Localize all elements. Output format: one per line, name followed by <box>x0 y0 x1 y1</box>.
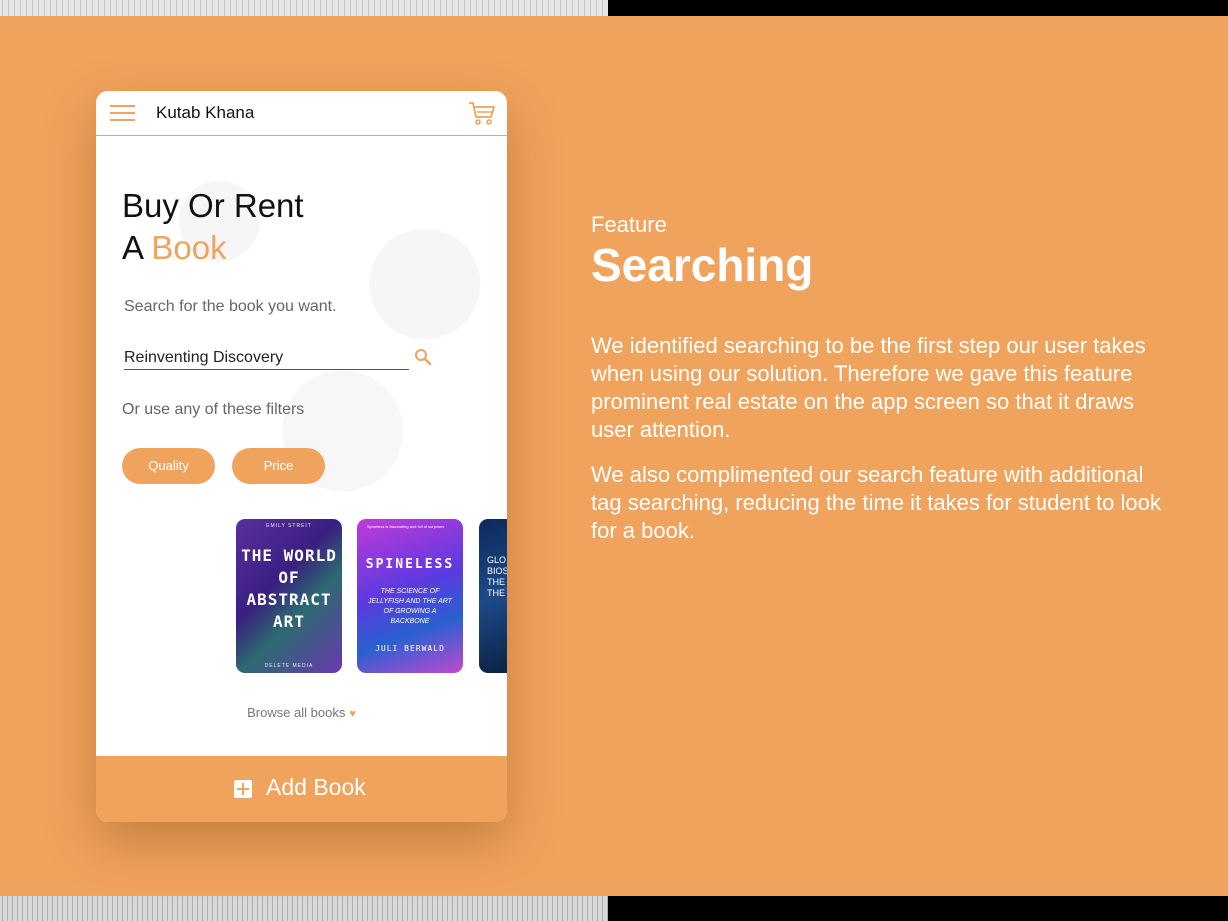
app-bar: Kutab Khana <box>96 91 507 136</box>
feature-title: Searching <box>591 239 814 291</box>
book-cover-bottom-text: DELETE MEDIA <box>264 663 314 669</box>
heart-icon: ♥ <box>349 708 356 720</box>
book-cover[interactable]: GLO BIOS THE THE <box>479 519 507 673</box>
browse-label: Browse all books <box>247 705 346 720</box>
book-cover[interactable]: Spineless is fascinating and full of sur… <box>357 519 463 673</box>
menu-icon[interactable] <box>110 105 135 122</box>
app-title: Kutab Khana <box>156 103 255 122</box>
feature-description-2: We also complimented our search feature … <box>591 462 1161 543</box>
hero-line-2-prefix: A <box>122 229 152 266</box>
book-cover[interactable]: EMILY STREIT THE WORLD OF ABSTRACT ART D… <box>236 519 342 673</box>
dither-edge-top <box>0 0 608 16</box>
hero-line-2: A Book <box>122 227 304 269</box>
add-book-button[interactable]: Add Book <box>96 756 507 822</box>
filter-hint: Or use any of these filters <box>122 401 305 418</box>
search-icon[interactable] <box>414 348 432 366</box>
add-book-label: Add Book <box>266 774 366 800</box>
book-cover-top-text: EMILY STREIT <box>266 523 312 529</box>
book-cover-title: SPINELESS <box>365 557 455 572</box>
cart-icon[interactable] <box>468 100 496 126</box>
browse-all-books-link[interactable]: Browse all books ♥ <box>96 705 507 720</box>
book-cover-title: GLO BIOS THE THE <box>487 555 507 598</box>
filter-chip-quality[interactable]: Quality <box>122 448 215 484</box>
hero-line-2-accent: Book <box>151 229 227 266</box>
book-cover-subtitle: THE SCIENCE OF JELLYFISH AND THE ART OF … <box>368 588 452 625</box>
search-input[interactable] <box>124 347 409 370</box>
book-cover-author: JULI BERWALD <box>375 644 445 653</box>
dither-edge-bottom <box>0 896 608 921</box>
hero-line-1: Buy Or Rent <box>122 187 304 224</box>
feature-description-1: We identified searching to be the first … <box>591 333 1146 442</box>
search-hint: Search for the book you want. <box>124 298 337 315</box>
plus-icon <box>234 780 252 798</box>
filter-chip-price[interactable]: Price <box>232 448 325 484</box>
hero-title: Buy Or Rent A Book <box>122 185 304 269</box>
book-cover-top-text: Spineless is fascinating and full of sur… <box>367 524 445 529</box>
phone-mockup: Kutab Khana Buy Or Rent A Book Search fo… <box>96 91 507 822</box>
feature-label: Feature <box>591 212 667 237</box>
book-cover-title: THE WORLD OF ABSTRACT ART <box>241 546 337 631</box>
